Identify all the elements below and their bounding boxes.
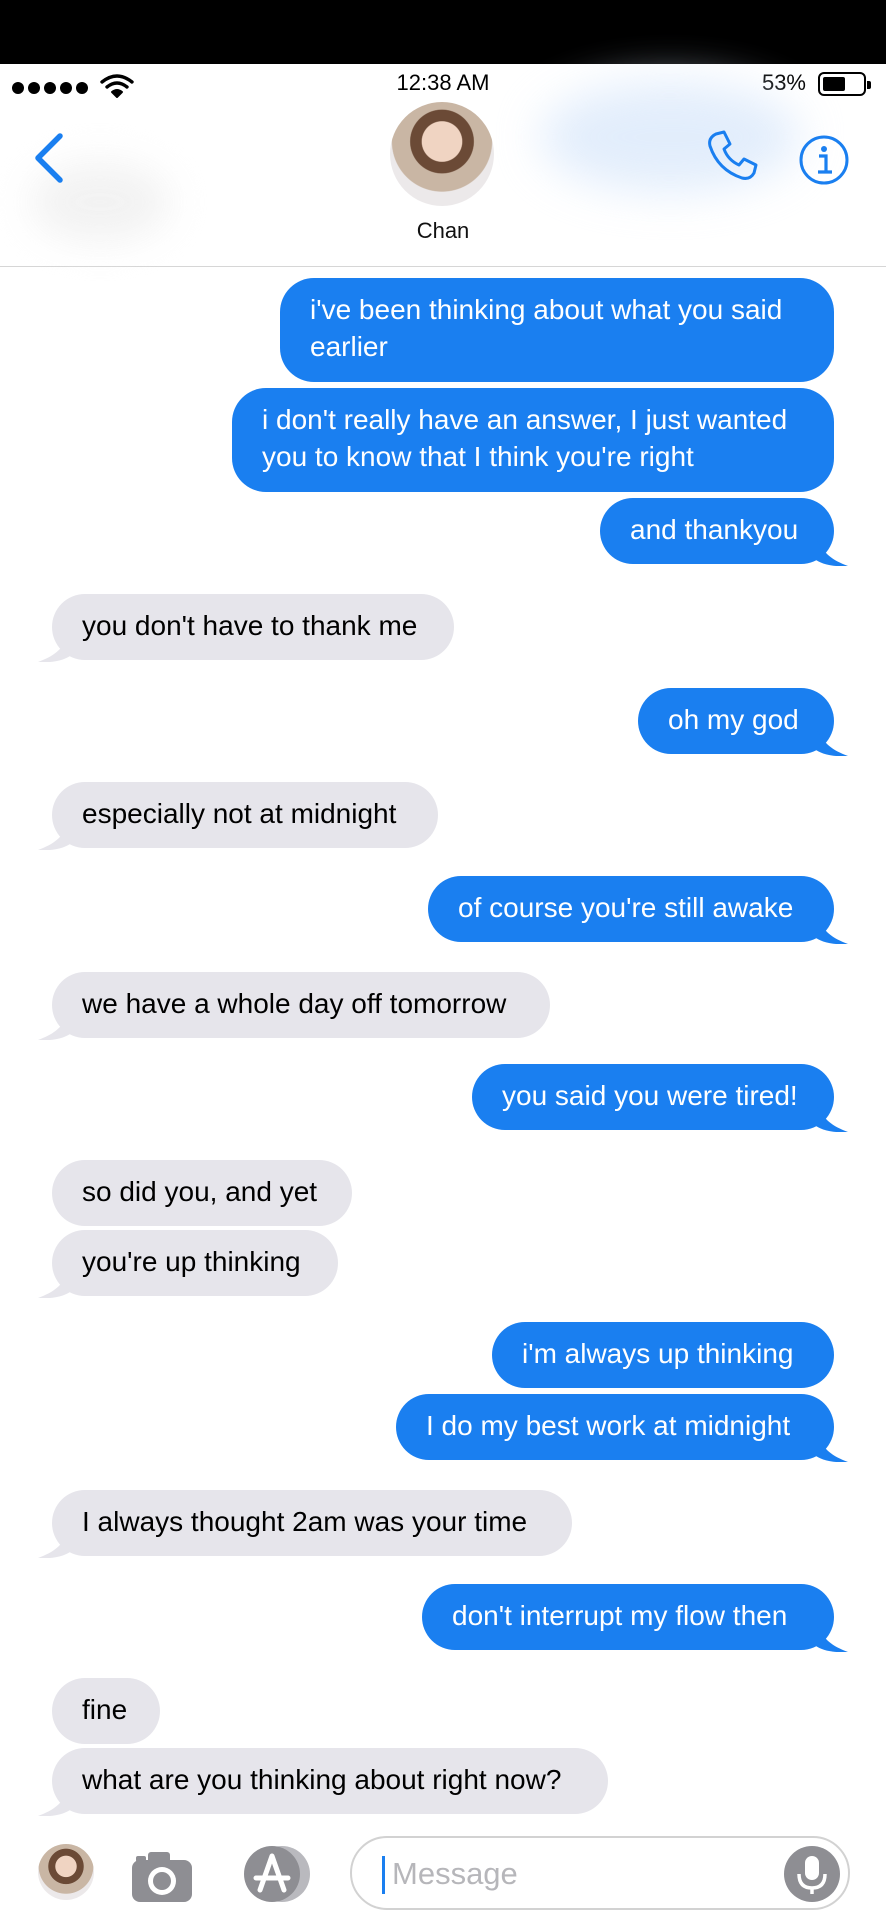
message-bubble-incoming[interactable]: I always thought 2am was your time (52, 1490, 572, 1556)
conversation-header: Chan (0, 82, 886, 267)
message-input[interactable]: Message (350, 1836, 850, 1910)
microphone-icon[interactable] (784, 1846, 840, 1902)
phone-icon[interactable] (704, 128, 760, 184)
message-bubble-outgoing[interactable]: i'm always up thinking (492, 1322, 834, 1388)
message-bubble-incoming[interactable]: you don't have to thank me (52, 594, 454, 660)
message-bubble-incoming[interactable]: you're up thinking (52, 1230, 338, 1296)
contact-avatar[interactable] (390, 102, 494, 206)
message-bubble-outgoing[interactable]: oh my god (638, 688, 834, 754)
info-icon[interactable] (798, 134, 850, 186)
memoji-avatar-button[interactable] (38, 1844, 94, 1900)
blurred-background (540, 82, 800, 192)
message-bubble-outgoing[interactable]: I do my best work at midnight (396, 1394, 834, 1460)
status-time: 12:38 AM (396, 70, 490, 95)
message-bubble-outgoing[interactable]: i don't really have an answer, I just wa… (232, 388, 834, 492)
message-bubble-outgoing[interactable]: you said you were tired! (472, 1064, 834, 1130)
text-caret (382, 1856, 385, 1894)
contact-name[interactable]: Chan (0, 218, 886, 244)
battery-icon (818, 72, 871, 96)
app-store-icon[interactable] (236, 1844, 314, 1904)
message-bubble-incoming[interactable]: fine (52, 1678, 160, 1744)
message-composer: Message (0, 1820, 886, 1920)
chevron-left-icon[interactable] (30, 130, 70, 186)
camera-icon[interactable] (130, 1848, 194, 1904)
message-input-placeholder: Message (392, 1856, 518, 1891)
battery-percentage: 53% (761, 70, 806, 95)
message-bubble-outgoing[interactable]: of course you're still awake (428, 876, 834, 942)
message-bubble-outgoing[interactable]: i've been thinking about what you said e… (280, 278, 834, 382)
message-bubble-outgoing[interactable]: don't interrupt my flow then (422, 1584, 834, 1650)
message-bubble-incoming[interactable]: we have a whole day off tomorrow (52, 972, 550, 1038)
message-bubble-incoming[interactable]: so did you, and yet (52, 1160, 352, 1226)
message-bubble-incoming[interactable]: what are you thinking about right now? (52, 1748, 608, 1814)
device-top-bar (0, 0, 886, 64)
message-bubble-incoming[interactable]: especially not at midnight (52, 782, 438, 848)
message-bubble-outgoing[interactable]: and thankyou (600, 498, 834, 564)
